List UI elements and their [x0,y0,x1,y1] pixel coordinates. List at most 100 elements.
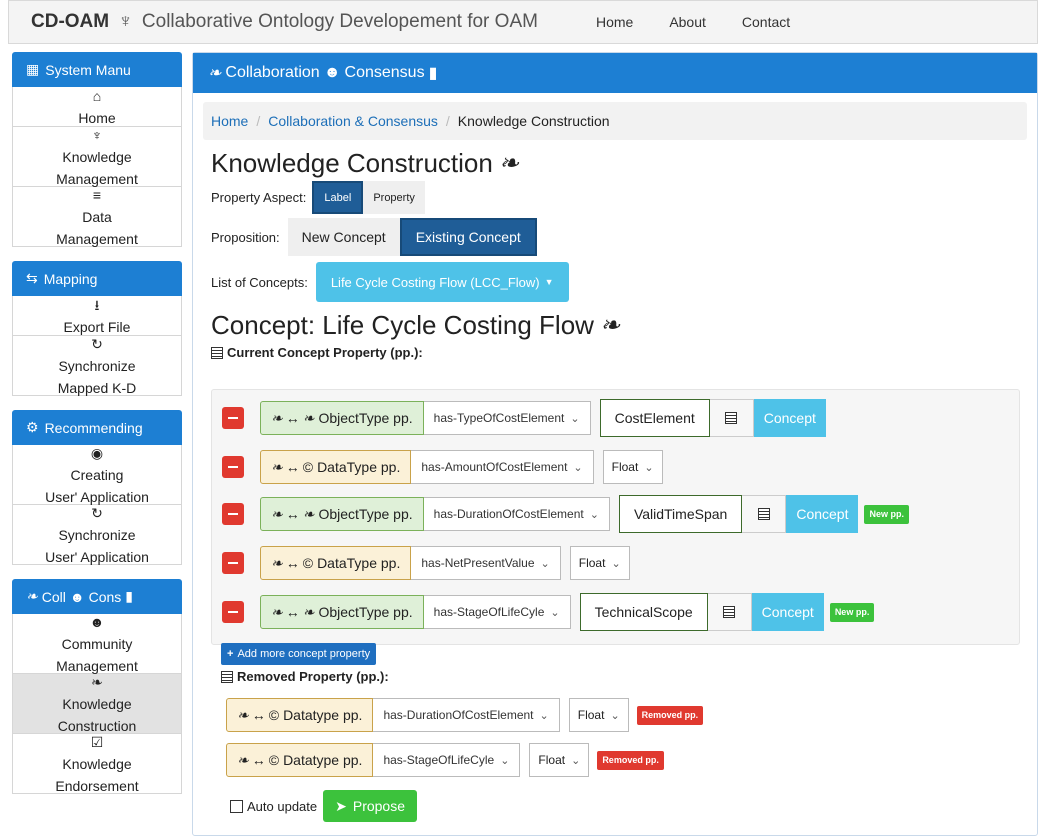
concepts-selected: Life Cycle Costing Flow (LCC_Flow) [330,274,540,290]
datatype-value: Float [578,556,606,570]
coll-title: Coll [41,588,66,605]
leaf-icon: ❧ [271,554,283,571]
relation-select[interactable]: has-StageOfLifeCyle ⌄ [423,595,571,629]
current-property-heading-text: Current Concept Property (pp.): [227,345,423,360]
relation-select[interactable]: has-StageOfLifeCyle ⌄ [373,743,521,777]
concept-detail-button[interactable] [709,399,754,437]
sidebar-item-synchronize-application[interactable]: ↻ Synchronize User' Application [12,505,182,565]
data-icon: ≡ [92,186,102,203]
existing-concept-button[interactable]: Existing Concept [399,218,537,256]
chevron-down-icon: ⌄ [539,709,549,722]
remove-button[interactable] [222,503,244,525]
datatype-value: Float [538,753,566,767]
propose-button[interactable]: ➤ Propose [323,790,418,822]
brand[interactable]: CD-OAM ♆ Collaborative Ontology Develope… [31,11,538,33]
sidebar-item-home[interactable]: ⌂ Home [12,87,182,127]
chevron-down-icon: ⌄ [540,557,550,570]
sidebar: ▦ System Manu ⌂ Home ♆ Knowledge Managem… [12,52,182,808]
aspect-label-button[interactable]: Label [312,181,364,214]
concept-detail-button[interactable] [742,495,787,533]
datatype-value: Float [577,708,605,722]
range-concept-field[interactable]: ValidTimeSpan [618,495,743,533]
system-menu-panel: ▦ System Manu ⌂ Home ♆ Knowledge Managem… [12,52,182,247]
datatype-select[interactable]: Float ⌄ [529,743,590,777]
breadcrumb-home[interactable]: Home [211,113,248,129]
property-type-text: DataType pp. [317,459,401,475]
brand-name: CD-OAM [31,11,110,32]
add-concept-property-button[interactable]: + Add more concept property [221,643,377,665]
system-menu-title: System Manu [45,61,131,78]
sidebar-item-export-file[interactable]: ⭳ Export File [12,296,182,336]
sync-icon: ↻ [91,504,103,521]
sidebar-item-knowledge-construction[interactable]: ❧ Knowledge Construction [12,674,182,734]
datatype-select[interactable]: Float ⌄ [602,450,663,484]
removed-property-row: ❧ ↔ © Datatype pp. has-StageOfLifeCyle ⌄… [226,742,664,778]
sidebar-item-community-management[interactable]: ☻ Community Management [12,614,182,674]
datatype-select[interactable]: Float ⌄ [569,546,630,580]
concepts-label: List of Concepts: [211,274,308,290]
aspect-property-button[interactable]: Property [363,181,425,214]
property-type-label: ❧ ↔ © Datatype pp. [226,743,374,777]
relation-value: has-TypeOfCostElement [433,411,565,425]
community-icon: ☻ [89,613,105,630]
cons-title: Cons [88,588,122,605]
comment-icon: ▮ [428,65,438,82]
list-icon [211,346,223,359]
sidebar-item-label: Knowledge [62,148,132,165]
relation-select[interactable]: has-TypeOfCostElement ⌄ [423,401,591,435]
relation-select[interactable]: has-DurationOfCostElement ⌄ [373,698,560,732]
relation-select[interactable]: has-NetPresentValue ⌄ [411,546,561,580]
remove-button[interactable] [222,552,244,574]
leaf-icon: ❧ [91,673,103,690]
remove-button[interactable] [222,456,244,478]
leaf-icon: ❧ [208,65,222,82]
leaf-icon: ❧ [498,150,519,177]
sidebar-item-knowledge-endorsement[interactable]: ☑ Knowledge Endorsement [12,734,182,794]
chevron-down-icon: ⌄ [571,754,581,767]
sidebar-item-label: Synchronize [58,357,136,374]
sidebar-item-creating-application[interactable]: ◉ Creating User' Application [12,445,182,505]
gear-icon: ⚙ [26,419,39,435]
nav-contact[interactable]: Contact [742,14,790,30]
remove-button[interactable] [222,601,244,623]
property-row: ❧ ↔ © DataType pp. has-NetPresentValue ⌄… [222,545,630,581]
removed-property-badge: Removed pp. [636,705,704,725]
nav-about[interactable]: About [669,14,706,30]
chevron-down-icon: ⌄ [550,606,560,619]
auto-update-checkbox[interactable] [230,799,243,813]
create-icon: ◉ [90,444,104,461]
collaboration-panel: ❧ Coll ☻ Cons ▮ ☻ Community Management ❧… [12,579,182,794]
range-concept-field[interactable]: TechnicalScope [579,593,708,631]
property-type-text: ObjectType pp. [318,506,413,522]
datatype-select[interactable]: Float ⌄ [568,698,629,732]
leaf-icon: ❧ [237,706,249,723]
sidebar-item-knowledge-management[interactable]: ♆ Knowledge Management [12,127,182,187]
concepts-dropdown[interactable]: Life Cycle Costing Flow (LCC_Flow) ▼ [315,262,569,302]
property-row: ❧ ↔ © DataType pp. has-AmountOfCostEleme… [222,449,663,485]
property-type-text: ObjectType pp. [318,604,413,620]
nav-home[interactable]: Home [596,14,633,30]
remove-button[interactable] [222,407,244,429]
mapping-title: Mapping [43,270,98,287]
proposition-label: Proposition: [211,229,280,245]
breadcrumb-current: Knowledge Construction [457,113,610,129]
relation-select[interactable]: has-AmountOfCostElement ⌄ [411,450,594,484]
sidebar-item-label: Synchronize [58,526,136,543]
range-concept-field[interactable]: CostElement [599,399,710,437]
breadcrumb-collaboration[interactable]: Collaboration & Consensus [268,113,438,129]
sidebar-item-data-management[interactable]: ≡ Data Management [12,187,182,247]
leaf-icon: ❧ [237,751,249,768]
list-icon [723,606,736,618]
range-value: ValidTimeSpan [633,506,728,522]
sidebar-item-synchronize-mapped[interactable]: ↻ Synchronize Mapped K-D [12,336,182,396]
propose-label: Propose [352,798,406,814]
property-aspect-label: Property Aspect: [211,190,307,205]
relation-select[interactable]: has-DurationOfCostElement ⌄ [423,497,610,531]
leaf-icon: ❧ [26,588,38,604]
new-concept-button[interactable]: New Concept [287,218,400,256]
main-header: ❧ Collaboration ☻ Consensus ▮ [193,53,1037,93]
concept-detail-button[interactable] [707,593,752,631]
property-type-label: ❧ ↔ ❧ ObjectType pp. [260,401,424,435]
content-area: Knowledge Construction ❧ Property Aspect… [193,148,1037,360]
bidirectional-arrow-icon: ↔ [251,752,266,768]
